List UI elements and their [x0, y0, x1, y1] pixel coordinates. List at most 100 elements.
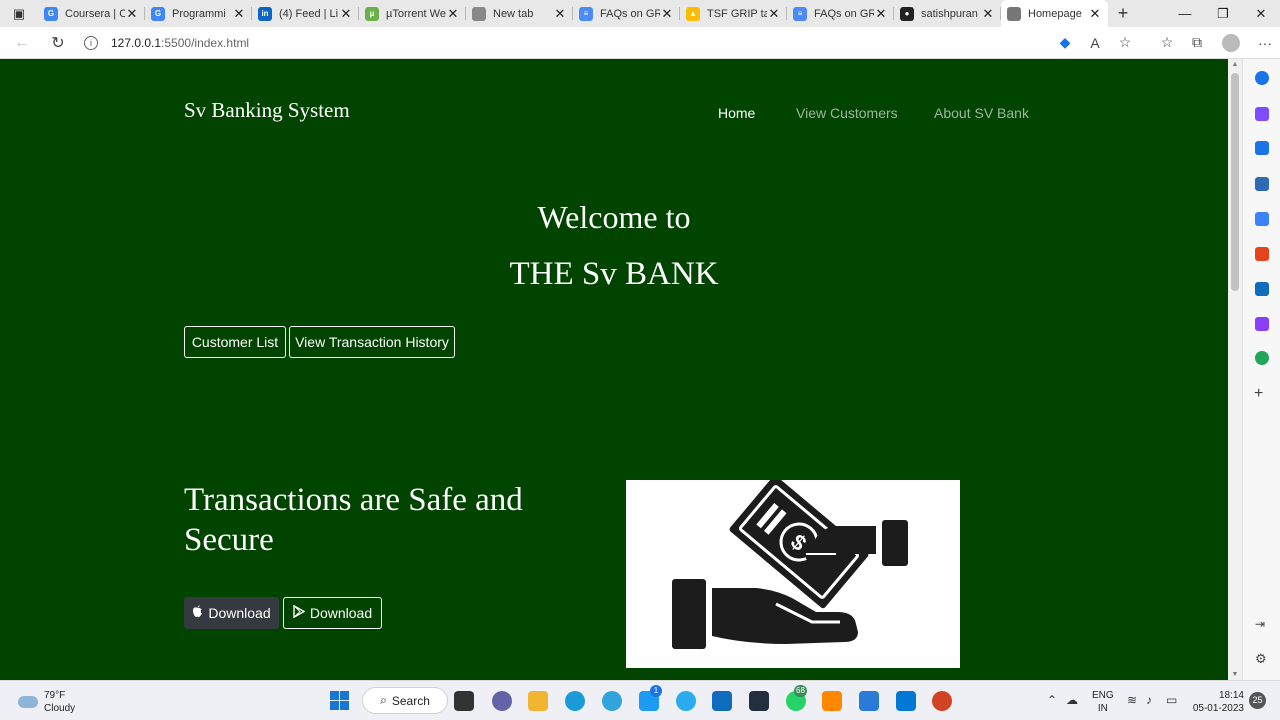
add-favorite-icon[interactable]: ☆	[1110, 34, 1140, 51]
browser-tab[interactable]: ● satishpuran ✕	[894, 0, 1001, 27]
weather-desc: Cloudy	[44, 703, 76, 714]
edge-sidebar: + ⇥ ⚙	[1242, 59, 1280, 680]
clock-date: 05-01-2023	[1192, 703, 1244, 714]
tab-close-icon[interactable]: ✕	[1088, 6, 1102, 22]
volume-icon[interactable]: ♪	[1146, 693, 1152, 707]
profile-avatar[interactable]	[1222, 33, 1240, 52]
vlc-icon[interactable]	[822, 691, 842, 711]
browser-tab[interactable]: New tab ✕	[466, 0, 573, 27]
nav-view-customers[interactable]: View Customers	[796, 105, 898, 121]
sidebar-tools-icon[interactable]	[1255, 177, 1269, 191]
tab-list: G Coursera | O ✕ G Programmi ✕ in (4) Feed | Li…	[38, 0, 1108, 27]
sidebar-search-icon[interactable]	[1255, 71, 1269, 85]
onedrive-icon[interactable]: ☁	[1066, 693, 1078, 707]
browser-tab-strip: ▣ G Coursera | O ✕ G Programmi ✕ in (4) Feed | …	[0, 0, 1280, 27]
cloud-icon	[18, 696, 38, 708]
clock-time: 18:14	[1218, 690, 1244, 701]
scrollbar-thumb[interactable]	[1231, 73, 1239, 291]
tab-close-icon[interactable]: ✕	[981, 6, 995, 22]
teams-icon[interactable]	[492, 691, 512, 711]
read-aloud-icon[interactable]: A	[1080, 35, 1110, 51]
minimize-icon[interactable]: —	[1166, 6, 1204, 22]
tab-close-icon[interactable]: ✕	[446, 6, 460, 22]
tab-title: satishpuran	[921, 7, 978, 20]
apple-icon	[192, 605, 203, 621]
customer-list-button[interactable]: Customer List	[184, 326, 286, 358]
sidebar-shopping-icon[interactable]	[1255, 141, 1269, 155]
tab-close-icon[interactable]: ✕	[874, 6, 888, 22]
sidebar-designer-icon[interactable]	[1255, 317, 1269, 331]
browser-tab[interactable]: Homepage ✕	[1001, 0, 1108, 27]
url-path: :5500/index.html	[161, 35, 250, 50]
tab-close-icon[interactable]: ✕	[767, 6, 781, 22]
browser-tab[interactable]: ≡ FAQs on GR ✕	[787, 0, 894, 27]
browser-tab[interactable]: µ µTorrent We ✕	[359, 0, 466, 27]
powerpoint-icon[interactable]	[932, 691, 952, 711]
tab-title: FAQs on GR	[814, 7, 874, 20]
notification-badge[interactable]: 25	[1249, 692, 1266, 709]
clock[interactable]: 18:14 05-01-2023	[1188, 689, 1244, 715]
play-store-download-button[interactable]: Download	[283, 597, 382, 629]
favorites-icon[interactable]: ☆	[1152, 34, 1182, 51]
paint-icon[interactable]	[859, 691, 879, 711]
site-info-icon[interactable]: i	[84, 35, 98, 50]
photos-icon[interactable]	[602, 691, 622, 711]
newtab-icon	[472, 6, 486, 21]
tab-close-icon[interactable]: ✕	[553, 6, 567, 22]
url-field[interactable]: i 127.0.0.1:5500/index.html	[84, 35, 1050, 50]
tab-close-icon[interactable]: ✕	[232, 6, 246, 22]
file-explorer-icon[interactable]	[528, 691, 548, 711]
browser-tab[interactable]: in (4) Feed | Li ✕	[252, 0, 359, 27]
language-indicator[interactable]: ENG IN	[1092, 689, 1114, 715]
wifi-icon[interactable]: ≋	[1127, 693, 1137, 707]
nav-about[interactable]: About SV Bank	[934, 105, 1029, 121]
telegram-icon[interactable]	[676, 691, 696, 711]
browser-tab[interactable]: ▲ TSF GRIP ta ✕	[680, 0, 787, 27]
battery-icon[interactable]: ▭	[1166, 693, 1177, 707]
sidebar-add-icon[interactable]: +	[1254, 385, 1263, 403]
sidebar-games-icon[interactable]	[1255, 212, 1269, 226]
tab-close-icon[interactable]: ✕	[660, 6, 674, 22]
scroll-down-icon[interactable]: ▼	[1228, 671, 1242, 678]
browser-tab[interactable]: G Programmi ✕	[145, 0, 252, 27]
refresh-icon[interactable]: ↻	[40, 33, 76, 53]
money-transfer-illustration: $	[626, 475, 960, 668]
tab-actions-icon[interactable]: ▣	[0, 0, 38, 27]
page-scrollbar[interactable]: ▲ ▼	[1228, 59, 1242, 680]
view-transaction-history-button[interactable]: View Transaction History	[289, 326, 455, 358]
tab-close-icon[interactable]: ✕	[339, 6, 353, 22]
back-icon[interactable]: ←	[4, 34, 40, 52]
restore-icon[interactable]: ❐	[1204, 6, 1242, 22]
vscode-icon[interactable]	[896, 691, 916, 711]
more-options-icon[interactable]: ···	[1250, 35, 1280, 51]
tab-close-icon[interactable]: ✕	[125, 6, 139, 22]
brand-logo[interactable]: Sv Banking System	[184, 98, 350, 123]
taskbar-search[interactable]: ⌕ Search	[362, 687, 448, 714]
sidebar-office-icon[interactable]	[1255, 247, 1269, 261]
windows-start-icon[interactable]	[330, 691, 349, 710]
search-icon: ⌕	[380, 693, 387, 707]
apple-download-button[interactable]: Download	[184, 597, 279, 629]
sidebar-copilot-icon[interactable]	[1255, 107, 1269, 121]
weather-widget[interactable]: 79°F Cloudy	[18, 689, 75, 715]
sidebar-collapse-icon[interactable]: ⇥	[1255, 617, 1265, 631]
nav-home[interactable]: Home	[718, 105, 755, 121]
task-view-icon[interactable]	[454, 691, 474, 711]
page-viewport: Sv Banking System Home View Customers Ab…	[0, 59, 1228, 680]
mail-icon[interactable]	[712, 691, 732, 711]
shopping-tag-icon[interactable]: ◆	[1050, 34, 1080, 51]
sidebar-settings-icon[interactable]: ⚙	[1255, 651, 1267, 667]
collections-icon[interactable]: ⧉	[1182, 34, 1212, 51]
close-window-icon[interactable]: ✕	[1242, 6, 1280, 22]
hero-heading-line2: THE Sv BANK	[509, 256, 719, 292]
browser-tab[interactable]: ≡ FAQs on GR ✕	[573, 0, 680, 27]
scroll-up-icon[interactable]: ▲	[1228, 61, 1242, 68]
edge-icon[interactable]	[565, 691, 585, 711]
new-tab-button[interactable]: +	[1108, 3, 1138, 24]
tray-chevron-icon[interactable]: ⌃	[1047, 693, 1057, 707]
sidebar-outlook-icon[interactable]	[1255, 282, 1269, 296]
sidebar-tree-icon[interactable]	[1255, 351, 1269, 365]
prime-video-icon[interactable]	[749, 691, 769, 711]
url-host: 127.0.0.1	[111, 35, 162, 50]
browser-tab[interactable]: G Coursera | O ✕	[38, 0, 145, 27]
